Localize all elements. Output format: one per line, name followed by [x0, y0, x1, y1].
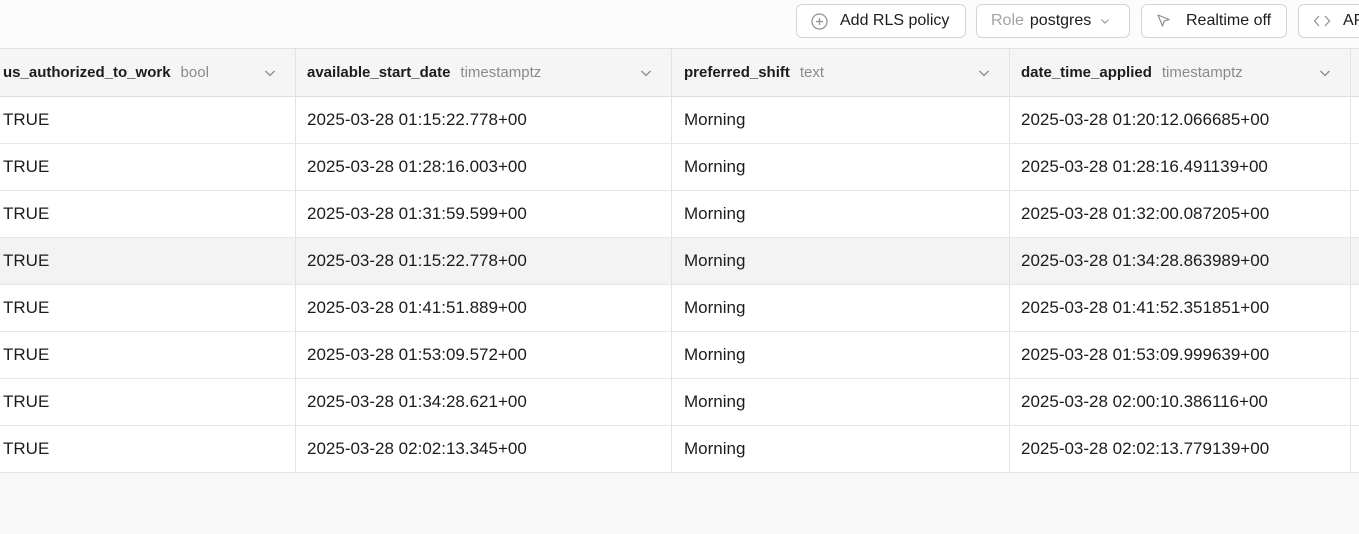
table-toolbar: Add RLS policy Role postgres Realtime of… — [0, 0, 1359, 49]
api-docs-button[interactable]: API — [1298, 4, 1359, 38]
realtime-toggle-button[interactable]: Realtime off — [1141, 4, 1287, 38]
table-cell-partial — [1351, 97, 1359, 143]
table-cell[interactable]: 2025-03-28 01:41:51.889+00 — [296, 285, 672, 331]
add-rls-policy-label: Add RLS policy — [840, 12, 950, 29]
table-cell-partial — [1351, 238, 1359, 284]
table-cell[interactable]: TRUE — [0, 285, 296, 331]
table-row[interactable]: TRUE 2025-03-28 01:41:51.889+00 Morning 202… — [0, 285, 1359, 332]
role-value-label: postgres — [1029, 12, 1092, 29]
add-rls-policy-button[interactable]: Add RLS policy — [796, 4, 966, 38]
table-cell[interactable]: 2025-03-28 01:34:28.863989+00 — [1010, 238, 1351, 284]
column-type: timestamptz — [460, 64, 542, 81]
table-cell[interactable]: 2025-03-28 01:34:28.621+00 — [296, 379, 672, 425]
table-cell[interactable]: 2025-03-28 01:41:52.351851+00 — [1010, 285, 1351, 331]
data-grid: us_authorized_to_work bool available_sta… — [0, 49, 1359, 473]
cursor-icon — [1157, 14, 1170, 27]
table-row[interactable]: TRUE 2025-03-28 01:28:16.003+00 Morning 202… — [0, 144, 1359, 191]
table-row[interactable]: TRUE 2025-03-28 02:02:13.345+00 Morning 202… — [0, 426, 1359, 473]
chevron-down-icon[interactable] — [1318, 66, 1332, 80]
column-header[interactable]: us_authorized_to_work bool — [0, 49, 296, 96]
table-cell[interactable]: Morning — [672, 144, 1010, 190]
table-cell[interactable]: Morning — [672, 97, 1010, 143]
code-icon — [1313, 15, 1331, 27]
column-name: preferred_shift — [684, 64, 790, 81]
table-cell[interactable]: Morning — [672, 426, 1010, 472]
table-cell[interactable]: 2025-03-28 01:53:09.572+00 — [296, 332, 672, 378]
table-cell[interactable]: Morning — [672, 285, 1010, 331]
table-cell[interactable]: TRUE — [0, 191, 296, 237]
chevron-down-icon[interactable] — [977, 66, 991, 80]
table-cell-partial — [1351, 379, 1359, 425]
column-header[interactable]: available_start_date timestamptz — [296, 49, 672, 96]
column-name: date_time_applied — [1021, 64, 1152, 81]
table-cell[interactable]: 2025-03-28 01:31:59.599+00 — [296, 191, 672, 237]
api-label: API — [1343, 12, 1359, 29]
table-cell[interactable]: TRUE — [0, 238, 296, 284]
table-cell[interactable]: TRUE — [0, 332, 296, 378]
table-cell[interactable]: 2025-03-28 01:15:22.778+00 — [296, 238, 672, 284]
table-cell-partial — [1351, 332, 1359, 378]
table-cell-partial — [1351, 191, 1359, 237]
table-cell[interactable]: 2025-03-28 02:02:13.779139+00 — [1010, 426, 1351, 472]
column-name: us_authorized_to_work — [3, 64, 171, 81]
table-row[interactable]: TRUE 2025-03-28 01:53:09.572+00 Morning 202… — [0, 332, 1359, 379]
table-cell[interactable]: 2025-03-28 02:02:13.345+00 — [296, 426, 672, 472]
table-cell[interactable]: 2025-03-28 01:15:22.778+00 — [296, 97, 672, 143]
table-cell[interactable]: Morning — [672, 191, 1010, 237]
table-cell[interactable]: TRUE — [0, 144, 296, 190]
role-selector[interactable]: Role postgres — [976, 4, 1130, 38]
table-cell[interactable]: 2025-03-28 01:28:16.003+00 — [296, 144, 672, 190]
table-cell[interactable]: Morning — [672, 238, 1010, 284]
table-cell[interactable]: 2025-03-28 01:28:16.491139+00 — [1010, 144, 1351, 190]
column-type: text — [799, 64, 825, 81]
table-row[interactable]: TRUE 2025-03-28 01:15:22.778+00 Morning 202… — [0, 97, 1359, 144]
column-header-partial — [1351, 49, 1359, 96]
column-type: timestamptz — [1161, 64, 1243, 81]
table-cell[interactable]: 2025-03-28 01:32:00.087205+00 — [1010, 191, 1351, 237]
realtime-label: Realtime off — [1186, 12, 1272, 29]
table-cell[interactable]: Morning — [672, 332, 1010, 378]
table-row[interactable]: TRUE 2025-03-28 01:34:28.621+00 Morning 202… — [0, 379, 1359, 426]
column-header[interactable]: preferred_shift text — [672, 49, 1010, 96]
table-cell-partial — [1351, 144, 1359, 190]
column-name: available_start_date — [307, 64, 451, 81]
table-cell[interactable]: TRUE — [0, 97, 296, 143]
column-type: bool — [180, 64, 209, 81]
column-header[interactable]: date_time_applied timestamptz — [1010, 49, 1351, 96]
chevron-down-icon — [1101, 19, 1110, 24]
table-cell-partial — [1351, 426, 1359, 472]
table-cell[interactable]: 2025-03-28 02:00:10.386116+00 — [1010, 379, 1351, 425]
table-row[interactable]: TRUE 2025-03-28 01:31:59.599+00 Morning 202… — [0, 191, 1359, 238]
header-row: us_authorized_to_work bool available_sta… — [0, 49, 1359, 97]
table-cell-partial — [1351, 285, 1359, 331]
plus-circle-icon — [811, 12, 828, 30]
table-row[interactable]: TRUE 2025-03-28 01:15:22.778+00 Morning 202… — [0, 238, 1359, 285]
chevron-down-icon[interactable] — [263, 66, 277, 80]
grid-body: TRUE 2025-03-28 01:15:22.778+00 Morning 202… — [0, 97, 1359, 473]
table-cell[interactable]: TRUE — [0, 379, 296, 425]
table-cell[interactable]: Morning — [672, 379, 1010, 425]
chevron-down-icon[interactable] — [639, 66, 653, 80]
role-key-label: Role — [991, 12, 1024, 29]
table-cell[interactable]: 2025-03-28 01:20:12.066685+00 — [1010, 97, 1351, 143]
table-cell[interactable]: TRUE — [0, 426, 296, 472]
table-cell[interactable]: 2025-03-28 01:53:09.999639+00 — [1010, 332, 1351, 378]
